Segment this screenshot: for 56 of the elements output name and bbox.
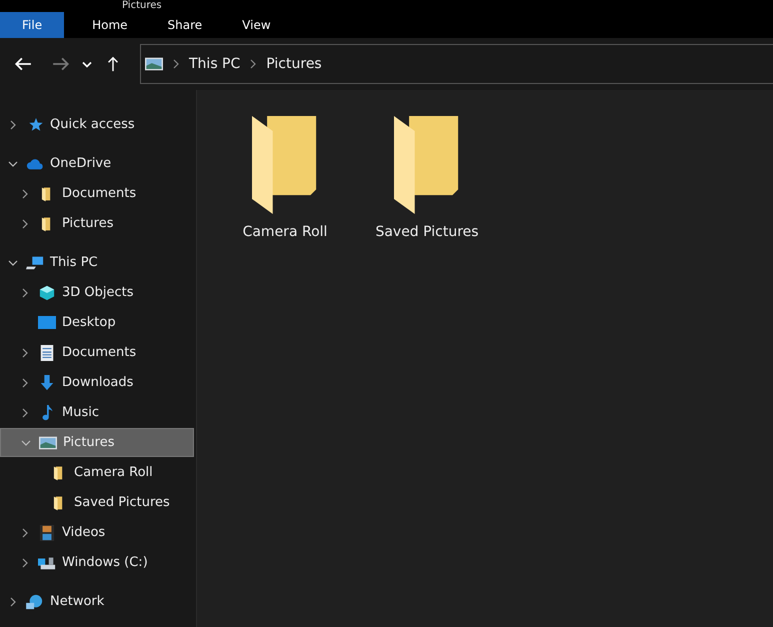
tree-item[interactable]: Quick access	[0, 110, 196, 139]
tree-item[interactable]: 3D Objects	[0, 278, 196, 307]
address-bar[interactable]: This PC Pictures	[140, 44, 773, 84]
tree-item[interactable]: Videos	[0, 518, 196, 547]
chevron-right-icon[interactable]	[20, 188, 30, 198]
document-icon	[38, 344, 56, 360]
chevron-right-icon	[173, 59, 179, 69]
ribbon-tab[interactable]: Home	[74, 12, 146, 38]
folder-icon	[53, 494, 64, 510]
tree-item[interactable]: OneDrive	[0, 149, 196, 178]
tree-item[interactable]: Saved Pictures	[0, 488, 196, 517]
chevron-right-icon[interactable]	[20, 348, 30, 358]
chevron-right-icon[interactable]	[20, 558, 30, 568]
cube-icon	[38, 284, 56, 300]
chevron-right-icon[interactable]	[20, 378, 30, 388]
landscape-picture-icon	[39, 434, 57, 450]
download-icon	[38, 374, 56, 390]
desktop-icon	[38, 314, 56, 330]
tree-item[interactable]: This PC	[0, 248, 196, 277]
window-title: Pictures	[121, 0, 163, 12]
tree-item[interactable]: Downloads	[0, 368, 196, 397]
film-strip-icon	[38, 524, 56, 540]
back-arrow-icon[interactable]	[14, 56, 32, 72]
folder-name[interactable]: Camera Roll	[242, 224, 328, 240]
landscape-picture-icon	[145, 56, 163, 72]
tree-item[interactable]: Documents	[0, 179, 196, 208]
breadcrumb[interactable]: Pictures	[266, 56, 322, 72]
chevron-right-icon[interactable]	[20, 218, 30, 228]
tree-item[interactable]: Pictures	[0, 209, 196, 238]
chevron-down-icon[interactable]	[8, 158, 18, 168]
chevron-right-icon[interactable]	[8, 120, 18, 130]
folder-icon	[41, 216, 52, 232]
folder-icon	[53, 464, 64, 480]
tree-item[interactable]: Network	[0, 587, 196, 616]
folder-icon	[41, 186, 52, 202]
chevron-down-icon[interactable]	[82, 60, 92, 68]
folder-icon[interactable]	[394, 114, 460, 216]
tree-item[interactable]: Camera Roll	[0, 458, 196, 487]
tree-item[interactable]: Pictures	[0, 428, 194, 457]
chevron-right-icon[interactable]	[20, 528, 30, 538]
tree-item[interactable]: Desktop	[0, 308, 196, 337]
chevron-right-icon[interactable]	[8, 596, 18, 606]
ribbon-tab[interactable]: View	[224, 12, 289, 38]
folder-icon[interactable]	[252, 114, 318, 216]
chevron-right-icon[interactable]	[20, 288, 30, 298]
tree-item[interactable]: Documents	[0, 338, 196, 367]
ribbon-tab[interactable]: File	[0, 12, 64, 38]
breadcrumb[interactable]: This PC	[189, 56, 240, 72]
chevron-down-icon[interactable]	[8, 258, 18, 268]
chevron-right-icon	[250, 59, 256, 69]
chevron-right-icon[interactable]	[20, 408, 30, 418]
tree-item[interactable]: Windows (C:)	[0, 548, 196, 577]
ribbon-tab[interactable]: Share	[150, 12, 220, 38]
computer-icon	[26, 254, 44, 270]
folder-name[interactable]: Saved Pictures	[375, 224, 479, 240]
tree-item[interactable]: Music	[0, 398, 196, 427]
